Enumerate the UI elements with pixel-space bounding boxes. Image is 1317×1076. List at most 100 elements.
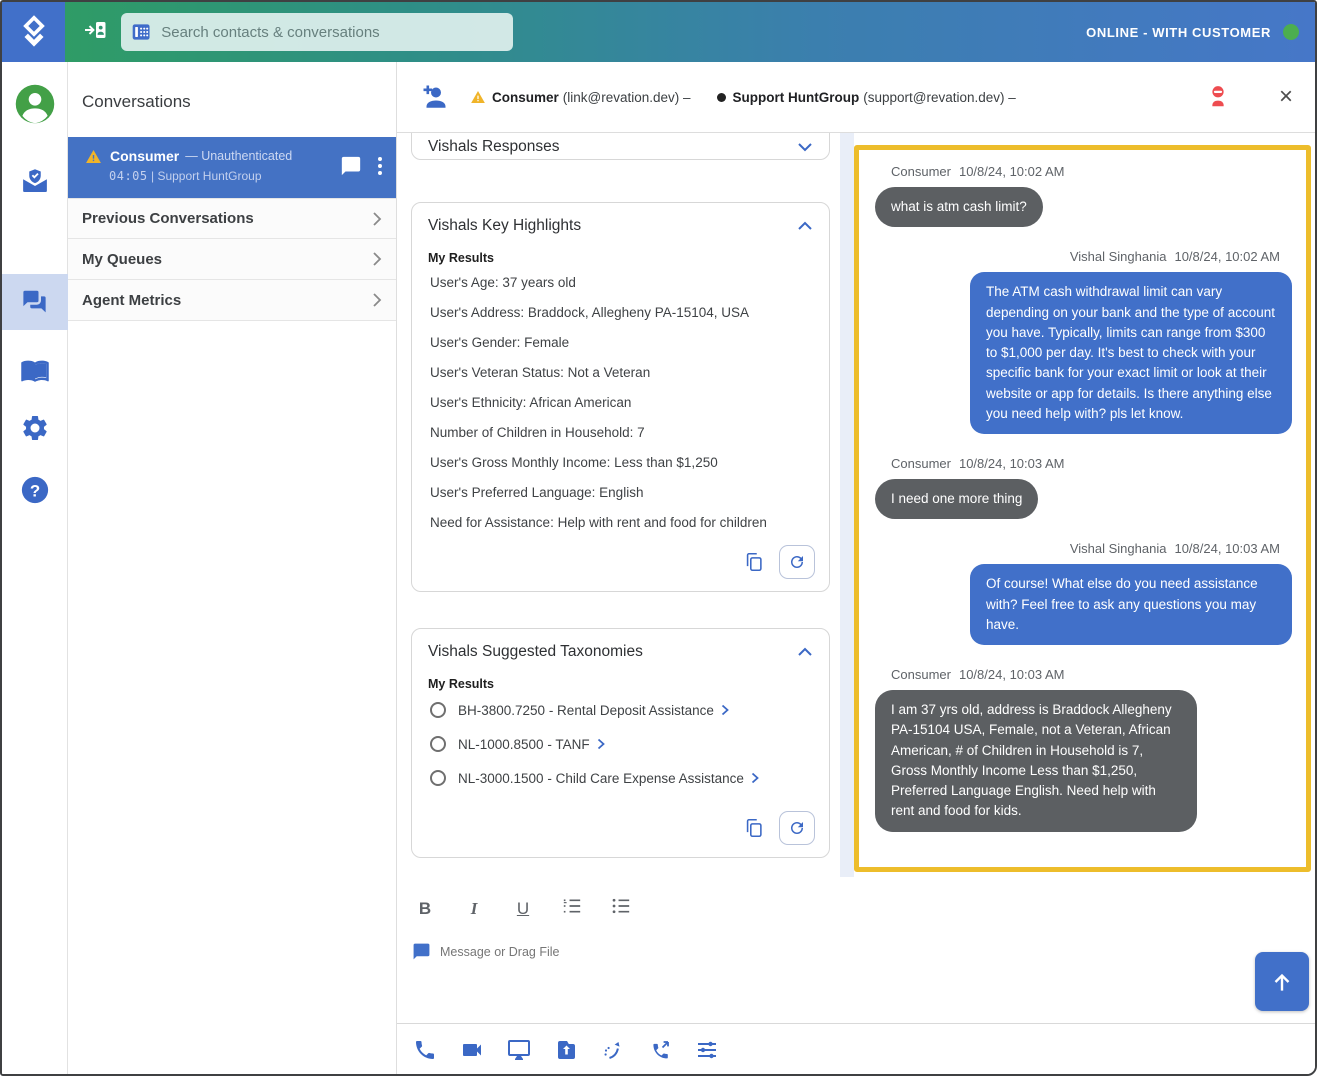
logo-diamond-icon bbox=[16, 14, 52, 50]
ai-assist-panel: Vishals Responses Vishals Key Highlights… bbox=[397, 133, 840, 877]
format-toolbar: B I U bbox=[397, 877, 1315, 920]
taxonomy-label: NL-3000.1500 - Child Care Expense Assist… bbox=[458, 771, 744, 786]
participants-list: Consumer (link@revation.dev) – Support H… bbox=[471, 90, 1016, 105]
ai-suggest-arrow-icon[interactable] bbox=[601, 1038, 625, 1062]
rail-conversations[interactable] bbox=[2, 274, 68, 330]
book-icon bbox=[20, 355, 50, 385]
nav-rail: ? bbox=[2, 62, 68, 1074]
refresh-button[interactable] bbox=[779, 545, 815, 579]
chevron-right-icon[interactable] bbox=[751, 772, 759, 784]
contacts-dialpad-icon bbox=[131, 22, 151, 42]
refresh-icon bbox=[788, 819, 806, 837]
rail-knowledge[interactable] bbox=[2, 342, 68, 398]
taxonomy-option[interactable]: NL-3000.1500 - Child Care Expense Assist… bbox=[412, 761, 829, 795]
numbered-list-button[interactable] bbox=[562, 897, 582, 920]
call-transfer-icon[interactable] bbox=[648, 1038, 672, 1062]
rail-profile[interactable] bbox=[2, 76, 68, 132]
chevron-down-icon[interactable] bbox=[797, 142, 813, 152]
chevron-right-icon[interactable] bbox=[597, 738, 605, 750]
active-conversation-item[interactable]: Consumer — Unauthenticated 04:05 | Suppo… bbox=[68, 137, 396, 198]
bulleted-list-button[interactable] bbox=[611, 897, 631, 920]
radio-button[interactable] bbox=[430, 770, 446, 786]
tune-settings-icon[interactable] bbox=[695, 1038, 719, 1062]
rail-settings[interactable] bbox=[2, 400, 68, 456]
conversations-title: Conversations bbox=[68, 62, 396, 112]
participant-detail: (support@revation.dev) – bbox=[863, 90, 1016, 105]
send-button[interactable] bbox=[1255, 952, 1309, 1011]
file-share-box-icon[interactable] bbox=[554, 1038, 578, 1062]
video-call-icon[interactable] bbox=[460, 1038, 484, 1062]
status-online-dot bbox=[1283, 24, 1299, 40]
conversation-status: — Unauthenticated bbox=[185, 149, 292, 163]
chat-bubble-icon[interactable] bbox=[340, 155, 362, 177]
rail-inbox[interactable] bbox=[2, 154, 68, 210]
message-input[interactable]: Message or Drag File bbox=[397, 920, 1315, 961]
go-to-contact-icon[interactable] bbox=[83, 18, 109, 47]
chevron-up-icon[interactable] bbox=[797, 647, 813, 657]
svg-text:?: ? bbox=[30, 481, 40, 500]
copy-icon[interactable] bbox=[743, 817, 765, 839]
message-time: 10/8/24, 10:03 AM bbox=[959, 667, 1065, 682]
conversation-queue: Support HuntGroup bbox=[157, 169, 261, 183]
card-vishals-key-highlights: Vishals Key Highlights My Results User's… bbox=[411, 202, 830, 592]
highlight-item: User's Age: 37 years old bbox=[412, 267, 829, 297]
row-agent-metrics[interactable]: Agent Metrics bbox=[68, 280, 396, 321]
message-time: 10/8/24, 10:03 AM bbox=[959, 456, 1065, 471]
screen-share-icon[interactable] bbox=[507, 1038, 531, 1062]
card-title: Vishals Responses bbox=[428, 138, 560, 156]
message-placeholder: Message or Drag File bbox=[440, 945, 560, 959]
message-bubble: Of course! What else do you need assista… bbox=[970, 564, 1292, 645]
chat-message: Consumer10/8/24, 10:03 AM I need one mor… bbox=[875, 456, 1294, 519]
chat-transcript-panel: Consumer10/8/24, 10:02 AM what is atm ca… bbox=[854, 145, 1311, 872]
chevron-up-icon[interactable] bbox=[797, 221, 813, 231]
chevron-right-icon bbox=[372, 251, 382, 267]
highlight-item: User's Veteran Status: Not a Veteran bbox=[412, 357, 829, 387]
conversation-timer: 04:05 bbox=[109, 169, 148, 183]
rail-help[interactable]: ? bbox=[2, 462, 68, 518]
taxonomy-option[interactable]: BH-3800.7250 - Rental Deposit Assistance bbox=[412, 693, 829, 727]
add-person-icon[interactable] bbox=[419, 84, 449, 110]
app-logo bbox=[2, 2, 65, 62]
copy-icon[interactable] bbox=[743, 551, 765, 573]
agent-status[interactable]: ONLINE - WITH CUSTOMER bbox=[1086, 24, 1315, 40]
more-options-icon[interactable] bbox=[378, 157, 382, 175]
app-window: ONLINE - WITH CUSTOMER bbox=[0, 0, 1317, 1076]
close-icon[interactable]: × bbox=[1279, 85, 1293, 109]
highlight-item: Number of Children in Household: 7 bbox=[412, 417, 829, 447]
bold-button[interactable]: B bbox=[415, 899, 435, 919]
italic-button[interactable]: I bbox=[464, 899, 484, 919]
remove-person-icon[interactable] bbox=[1205, 84, 1231, 110]
chevron-right-icon bbox=[372, 211, 382, 227]
message-bubble: I am 37 yrs old, address is Braddock All… bbox=[875, 690, 1197, 832]
divider: | bbox=[151, 169, 154, 183]
message-composer: B I U Message or Drag File bbox=[397, 877, 1315, 1023]
refresh-icon bbox=[788, 553, 806, 571]
message-time: 10/8/24, 10:03 AM bbox=[1174, 541, 1280, 556]
highlight-item: User's Ethnicity: African American bbox=[412, 387, 829, 417]
search-bar[interactable] bbox=[121, 13, 513, 51]
participant-name[interactable]: Consumer bbox=[492, 90, 559, 105]
chat-message: Vishal Singhania 10/8/24, 10:03 AM Of cou… bbox=[875, 541, 1294, 645]
chat-message: Consumer10/8/24, 10:02 AM what is atm ca… bbox=[875, 164, 1294, 227]
scrollbar-track[interactable] bbox=[840, 133, 854, 877]
row-previous-conversations[interactable]: Previous Conversations bbox=[68, 198, 396, 239]
participant-name[interactable]: Support HuntGroup bbox=[733, 90, 860, 105]
message-time: 10/8/24, 10:02 AM bbox=[959, 164, 1065, 179]
agent-status-label: ONLINE - WITH CUSTOMER bbox=[1086, 25, 1271, 40]
row-my-queues[interactable]: My Queues bbox=[68, 239, 396, 280]
card-title: Vishals Key Highlights bbox=[428, 217, 581, 235]
underline-button[interactable]: U bbox=[513, 899, 533, 919]
phone-call-icon[interactable] bbox=[413, 1038, 437, 1062]
card-subtitle: My Results bbox=[412, 673, 829, 693]
card-title: Vishals Suggested Taxonomies bbox=[428, 643, 643, 661]
message-author: Vishal Singhania bbox=[1070, 541, 1167, 556]
topbar: ONLINE - WITH CUSTOMER bbox=[2, 2, 1315, 62]
refresh-button[interactable] bbox=[779, 811, 815, 845]
taxonomy-label: BH-3800.7250 - Rental Deposit Assistance bbox=[458, 703, 714, 718]
radio-button[interactable] bbox=[430, 702, 446, 718]
chevron-right-icon[interactable] bbox=[721, 704, 729, 716]
search-input[interactable] bbox=[161, 24, 503, 41]
radio-button[interactable] bbox=[430, 736, 446, 752]
taxonomy-option[interactable]: NL-1000.8500 - TANF bbox=[412, 727, 829, 761]
taxonomy-label: NL-1000.8500 - TANF bbox=[458, 737, 590, 752]
